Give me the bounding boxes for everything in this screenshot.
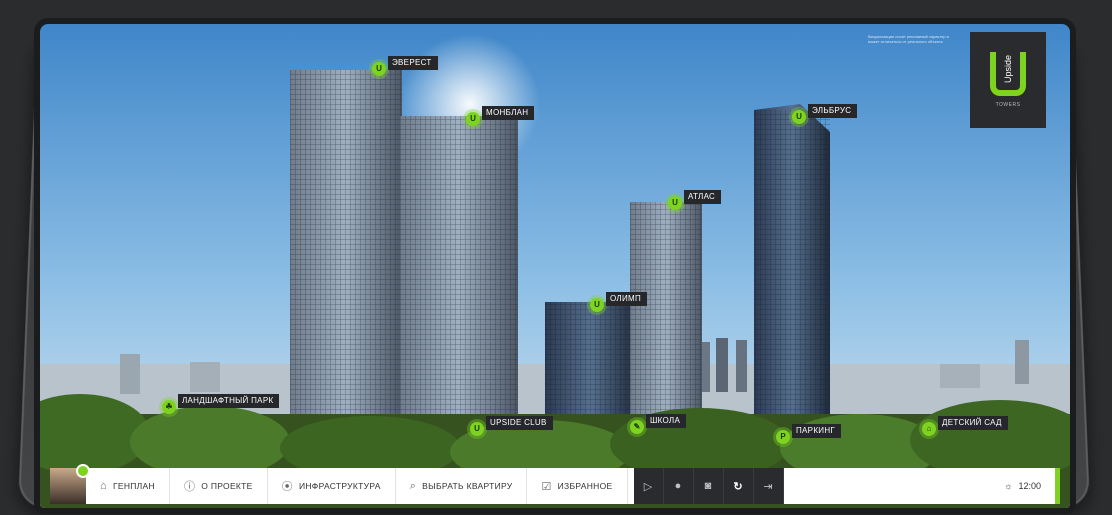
marker-pin-everest[interactable]: U: [372, 62, 386, 76]
label-upside-club[interactable]: UPSIDE CLUB: [486, 416, 553, 430]
label-school[interactable]: ШКОЛА: [646, 414, 687, 428]
label-kindergarten[interactable]: ДЕТСКИЙ САД: [938, 416, 1008, 430]
tower-label-monblan[interactable]: МОНБЛАН: [482, 106, 535, 120]
genplan-label: ГЕНПЛАН: [112, 481, 155, 491]
time-value: 12:00: [1018, 481, 1041, 491]
refresh-icon: ↻: [733, 480, 743, 493]
marker-pin-upside-club[interactable]: U: [470, 422, 484, 436]
tower-label-everest[interactable]: ЭВЕРЕСТ: [388, 56, 438, 70]
record-icon: ●: [674, 480, 682, 492]
about-label: О ПРОЕКТЕ: [201, 481, 253, 491]
tower-label-atlas[interactable]: АТЛАС: [684, 190, 722, 204]
favorites-icon: ☑: [541, 480, 552, 493]
avatar[interactable]: [50, 464, 90, 504]
marker-pin-kindergarten[interactable]: ⌂: [922, 422, 936, 436]
logo-word: Upside: [1003, 54, 1013, 84]
exit-icon: ⇥: [763, 480, 773, 493]
choose-apartment-label: ВЫБРАТЬ КВАРТИРУ: [422, 481, 513, 491]
media-controls: ▷ ● ◙ ↻ ⇥: [633, 468, 784, 504]
disclaimer-text: Визуализация носит рекламный характер и …: [868, 34, 949, 44]
favorites-label: ИЗБРАННОЕ: [557, 481, 613, 491]
favorites-button[interactable]: ☑ ИЗБРАННОЕ: [527, 468, 628, 504]
search-icon: ⌕: [409, 479, 417, 492]
record-button[interactable]: ●: [664, 468, 694, 504]
marker-pin-monblan[interactable]: U: [466, 112, 480, 126]
play-icon: ▷: [643, 480, 653, 493]
online-status-dot: [76, 464, 90, 478]
bottom-toolbar: ⌂ ГЕНПЛАН ⓘ О ПРОЕКТЕ ⦿ ИНФРАСТРУКТУРА ⌕…: [50, 464, 1060, 504]
marker-pin-school[interactable]: ✎: [630, 420, 644, 434]
marker-pin-elbrus[interactable]: U: [792, 110, 806, 124]
tower-label-olimp[interactable]: ОЛИМП: [606, 292, 648, 306]
play-button[interactable]: ▷: [634, 468, 664, 504]
infrastructure-label: ИНФРАСТРУКТУРА: [298, 481, 381, 491]
time-widget: ☼ 12:00: [988, 468, 1060, 504]
sun-icon: ☼: [1004, 481, 1013, 491]
camera-icon: ◙: [704, 480, 712, 492]
refresh-button[interactable]: ↻: [724, 468, 754, 504]
logo-mark: Upside: [990, 52, 1026, 96]
camera-button[interactable]: ◙: [694, 468, 724, 504]
about-project-button[interactable]: ⓘ О ПРОЕКТЕ: [170, 468, 268, 504]
marker-pin-parking[interactable]: P: [776, 430, 790, 444]
label-parking[interactable]: ПАРКИНГ: [792, 424, 842, 438]
choose-apartment-button[interactable]: ⌕ ВЫБРАТЬ КВАРТИРУ: [396, 468, 528, 504]
presentation-screen: U ЭВЕРЕСТ U МОНБЛАН U ЭЛЬБРУС U АТЛАС U …: [40, 24, 1070, 508]
marker-pin-landscape-park[interactable]: ☘: [162, 400, 176, 414]
infrastructure-button[interactable]: ⦿ ИНФРАСТРУКТУРА: [268, 468, 396, 504]
logo-subtitle: TOWERS: [995, 102, 1021, 108]
city-panorama: [40, 24, 1070, 508]
genplan-button[interactable]: ⌂ ГЕНПЛАН: [86, 468, 170, 504]
tower-label-elbrus[interactable]: ЭЛЬБРУС: [808, 104, 858, 118]
marker-pin-atlas[interactable]: U: [668, 196, 682, 210]
building-icon: ⌂: [100, 480, 107, 492]
label-landscape-park[interactable]: ЛАНДШАФТНЫЙ ПАРК: [178, 394, 280, 408]
info-icon: ⓘ: [183, 481, 196, 493]
brand-logo: Upside TOWERS: [970, 32, 1046, 128]
location-pin-icon: ⦿: [281, 481, 293, 493]
exit-button[interactable]: ⇥: [754, 468, 784, 504]
marker-pin-olimp[interactable]: U: [590, 298, 604, 312]
